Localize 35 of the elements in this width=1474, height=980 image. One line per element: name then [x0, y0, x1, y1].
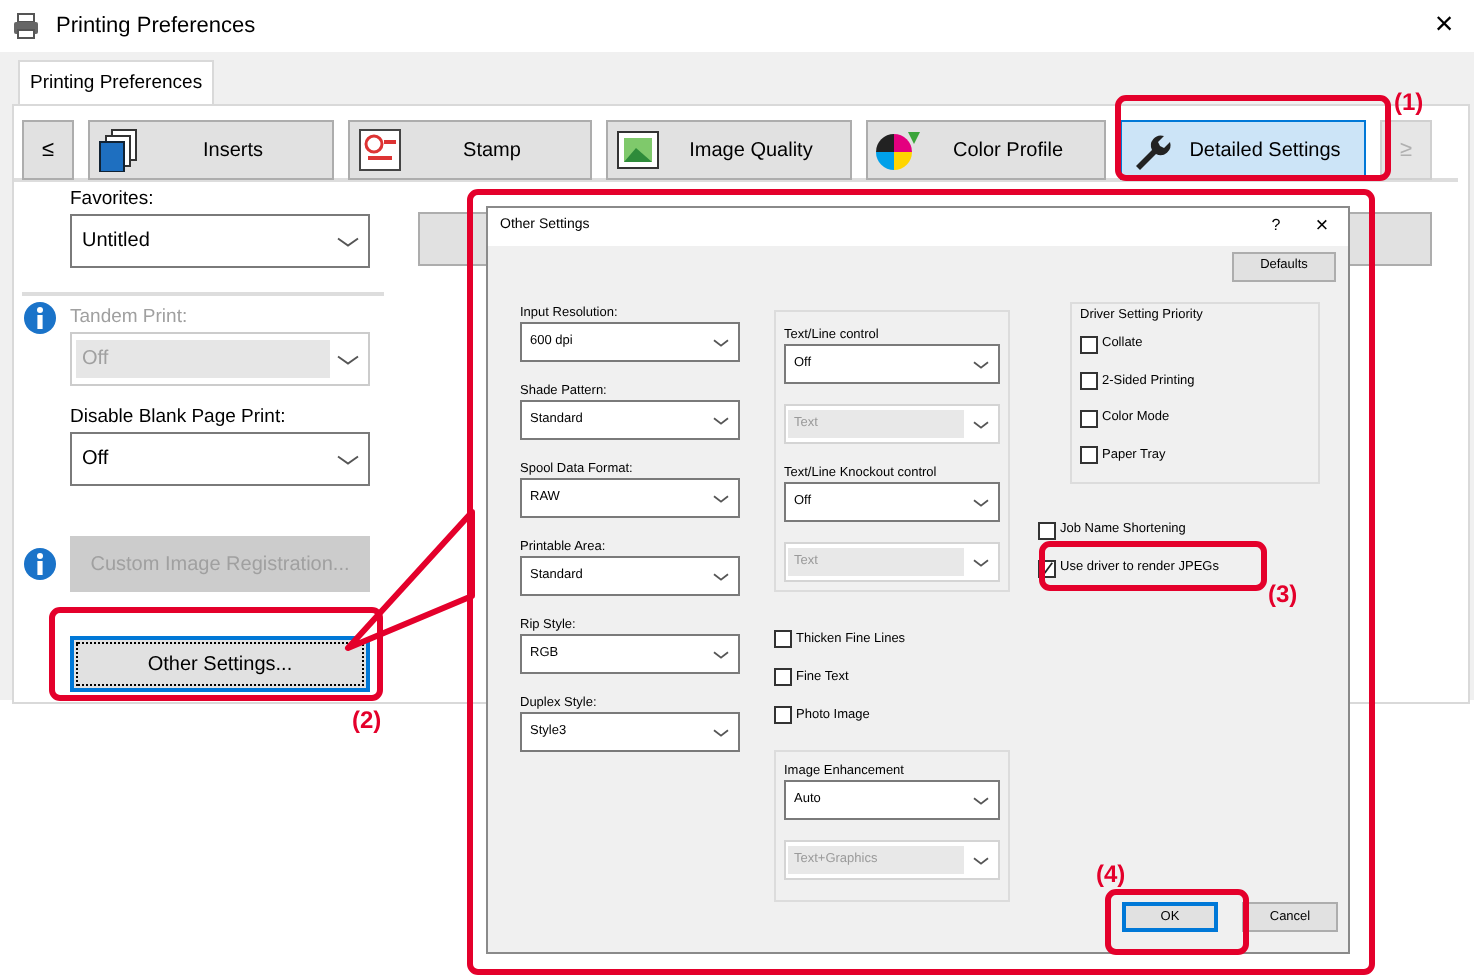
checkbox[interactable]	[1080, 335, 1098, 353]
field-label: Tandem Print:	[70, 308, 188, 329]
dropdown[interactable]: Untitled	[70, 214, 370, 269]
checkbox[interactable]	[1038, 521, 1056, 540]
callout-label: (1)	[1394, 86, 1424, 120]
callout-label: (3)	[1268, 578, 1298, 612]
checkbox[interactable]	[774, 630, 792, 648]
window-title: Printing Preferences	[56, 11, 256, 42]
color-wheel-icon	[876, 128, 920, 173]
printer-icon	[12, 12, 40, 40]
help-button[interactable]: ?	[1256, 214, 1296, 239]
picture-icon	[616, 128, 660, 173]
dropdown[interactable]: Off	[70, 432, 370, 487]
toolbar-button[interactable]: Stamp	[348, 120, 592, 181]
callout-pointer	[345, 509, 475, 651]
toolbar-button[interactable]: Inserts	[88, 120, 334, 181]
tab[interactable]: Printing Preferences	[18, 60, 215, 105]
close-button[interactable]: ×	[1296, 210, 1348, 244]
settings-button[interactable]: Other Settings...	[70, 636, 370, 693]
checkbox[interactable]	[1080, 409, 1098, 427]
toolbar-button[interactable]: Color Profile	[866, 120, 1106, 181]
checkbox[interactable]	[774, 668, 792, 686]
toolbar-button[interactable]: Detailed Settings	[1120, 120, 1366, 181]
checkbox[interactable]	[774, 706, 792, 724]
inserts-icon	[98, 128, 142, 173]
checkbox[interactable]	[1080, 446, 1098, 464]
stamp-icon	[358, 128, 402, 173]
close-button[interactable]: ×	[1414, 10, 1474, 42]
toolbar-button[interactable]: Image Quality	[606, 120, 852, 181]
previous-button[interactable]: ≤	[22, 120, 74, 181]
callout-label: (2)	[352, 704, 382, 738]
field-label: Favorites:	[70, 190, 154, 211]
callout-label: (4)	[1096, 858, 1126, 892]
checkbox[interactable]	[1080, 372, 1098, 390]
field-label: Disable Blank Page Print:	[70, 408, 286, 429]
